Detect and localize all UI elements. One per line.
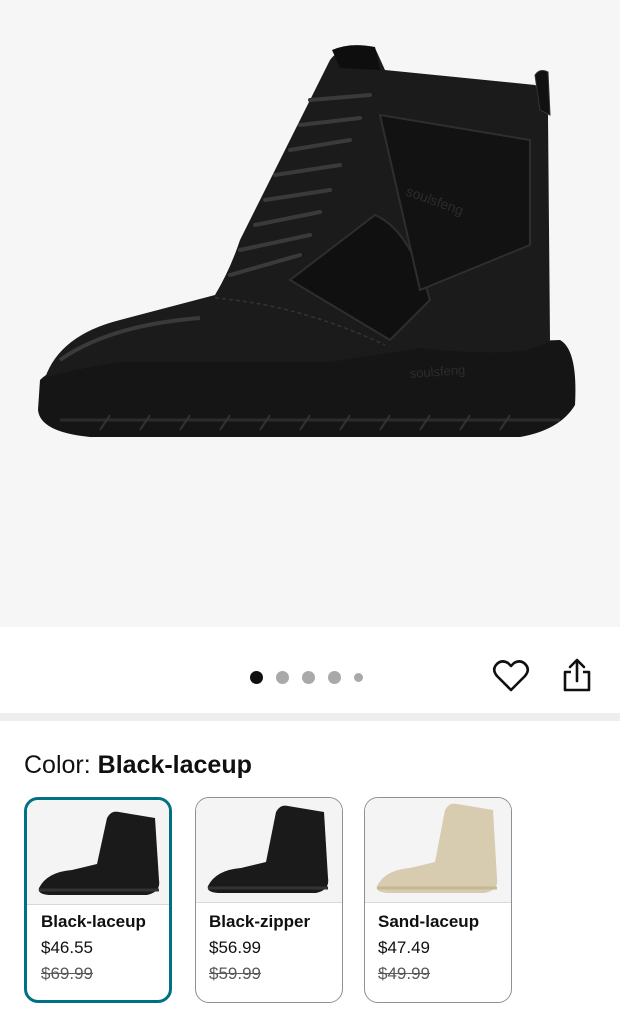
share-icon <box>563 658 591 692</box>
carousel-dot-5[interactable] <box>354 672 363 682</box>
variant-price: $46.55 <box>41 938 93 957</box>
heart-icon <box>492 660 530 692</box>
variant-swatch-black-zipper[interactable]: Black-zipper $56.99 $59.99 <box>195 797 343 1003</box>
wishlist-button[interactable] <box>491 656 531 696</box>
color-selected-value: Black-laceup <box>97 751 252 779</box>
color-label-prefix: Color: <box>24 751 98 779</box>
variant-swatch-black-laceup[interactable]: Black-laceup $46.55 $69.99 <box>24 797 172 1003</box>
variant-thumbnail <box>365 798 511 903</box>
variant-thumbnail <box>27 800 169 905</box>
variant-price: $56.99 <box>209 938 261 957</box>
boot-thumbnail-icon <box>376 803 498 893</box>
variant-list-price: $59.99 <box>209 964 261 983</box>
variant-price: $47.49 <box>378 938 430 957</box>
share-button[interactable] <box>557 656 597 696</box>
boot-illustration: soulsfeng soulsfeng <box>38 45 576 437</box>
product-image[interactable]: soulsfeng soulsfeng <box>0 0 620 627</box>
variant-name: Black-laceup <box>41 912 146 931</box>
carousel-dots <box>250 670 363 684</box>
boot-thumbnail-icon <box>38 811 160 895</box>
variant-swatch-sand-laceup[interactable]: Sand-laceup $47.49 $49.99 <box>364 797 512 1003</box>
section-divider <box>0 713 620 721</box>
carousel-dot-2[interactable] <box>276 670 289 684</box>
carousel-dot-4[interactable] <box>328 670 341 684</box>
carousel-dot-3[interactable] <box>302 670 315 684</box>
variant-list-price: $69.99 <box>41 964 93 983</box>
variant-name: Black-zipper <box>209 912 311 931</box>
color-selector-label: Color: Black-laceup <box>24 750 252 780</box>
variant-list-price: $49.99 <box>378 964 430 983</box>
boot-thumbnail-icon <box>207 805 329 893</box>
carousel-dot-1[interactable] <box>250 670 263 684</box>
variant-thumbnail <box>196 798 342 903</box>
variant-name: Sand-laceup <box>378 912 480 931</box>
